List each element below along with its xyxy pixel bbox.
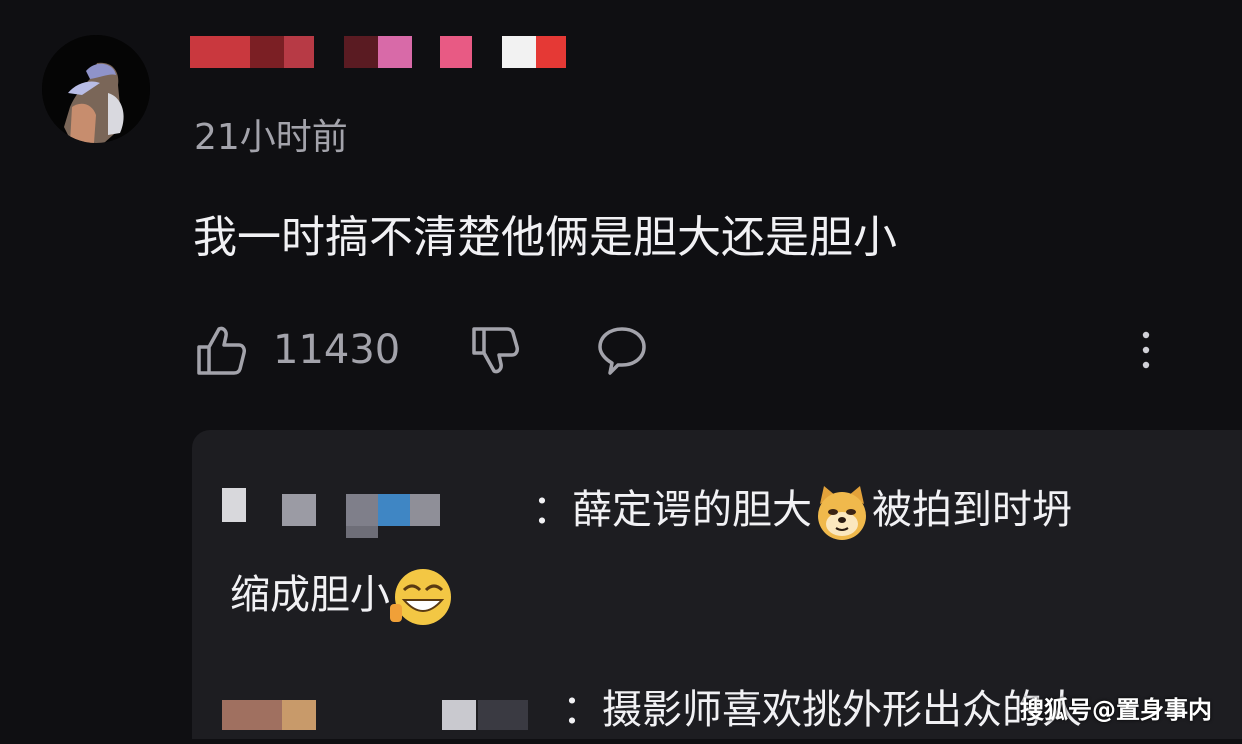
reply-item[interactable]: ：摄影师喜欢挑外形出众的人 bbox=[222, 676, 1082, 744]
thumbs-up-icon bbox=[197, 326, 246, 375]
username-mosaic bbox=[190, 36, 566, 68]
watermark: 搜狐号@置身事内 bbox=[1020, 696, 1212, 724]
reply-text-part2: 被拍到时坍 bbox=[872, 487, 1072, 533]
username-censored[interactable] bbox=[190, 34, 570, 70]
comment-actions: 11430 bbox=[193, 320, 1193, 380]
reply-bubble-icon bbox=[598, 327, 646, 375]
reply-text-part1: ：薛定谔的胆大 bbox=[532, 487, 812, 533]
reply-text: ：摄影师喜欢挑外形出众的人 bbox=[562, 687, 1082, 733]
dislike-button[interactable] bbox=[468, 320, 522, 380]
more-options-icon bbox=[1142, 331, 1150, 369]
reply-text-line2: 缩成胆小 bbox=[230, 572, 390, 618]
comment-text: 我一时搞不清楚他俩是胆大还是胆小 bbox=[193, 212, 897, 263]
avatar[interactable] bbox=[42, 35, 150, 143]
reply-username-mosaic bbox=[222, 488, 440, 538]
like-button[interactable]: 11430 bbox=[193, 320, 400, 380]
doge-emoji bbox=[818, 486, 866, 540]
thumbs-down-icon bbox=[472, 327, 519, 374]
reply-username-mosaic bbox=[222, 700, 528, 730]
comment-timestamp: 21小时前 bbox=[194, 117, 348, 158]
laugh-emoji bbox=[390, 569, 451, 625]
reply-item-continued: 缩成胆小 bbox=[230, 561, 456, 630]
like-count: 11430 bbox=[273, 327, 401, 373]
reply-item[interactable]: ：薛定谔的胆大 被拍到时坍 bbox=[222, 476, 1072, 544]
reply-button[interactable] bbox=[596, 320, 648, 380]
more-options-button[interactable] bbox=[1131, 320, 1161, 380]
avatar-image bbox=[42, 35, 150, 143]
